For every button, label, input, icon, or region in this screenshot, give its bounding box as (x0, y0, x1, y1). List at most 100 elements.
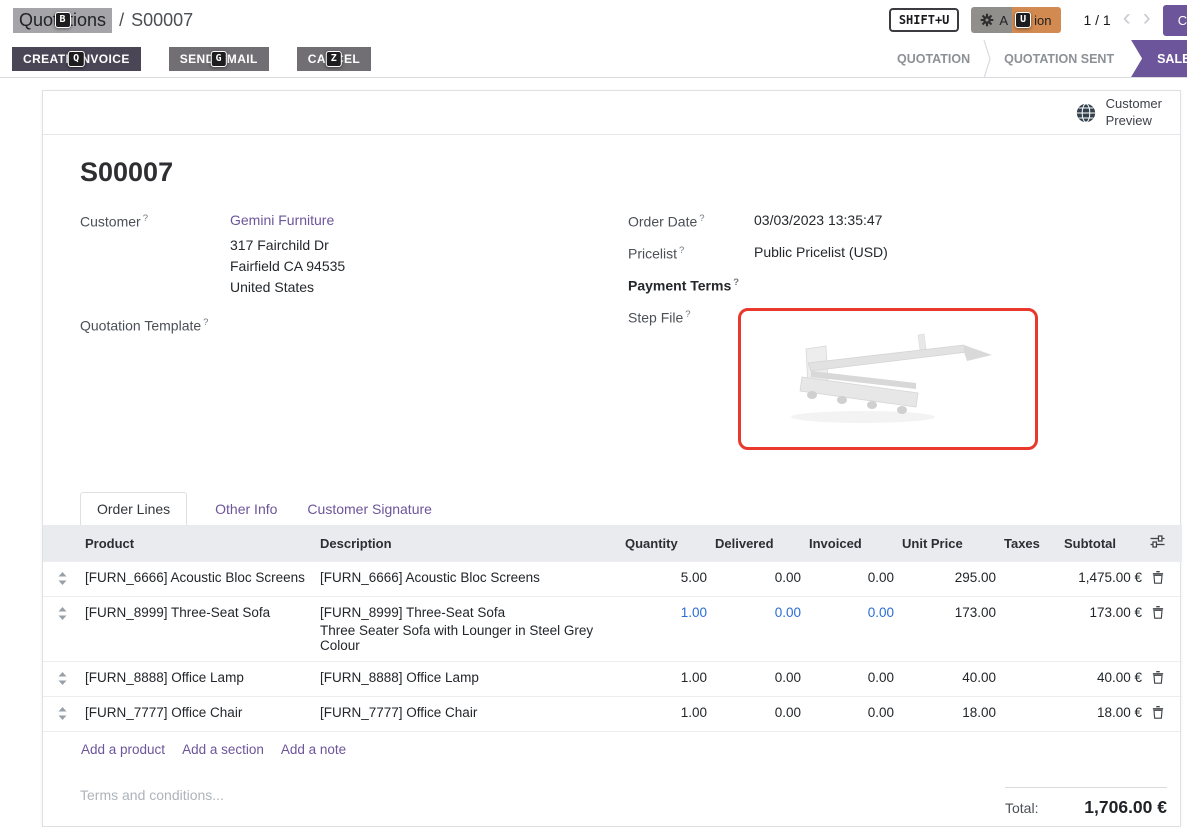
col-subtotal[interactable]: Subtotal (1060, 525, 1146, 562)
drag-handle-icon[interactable] (58, 670, 67, 688)
tab-other-info[interactable]: Other Info (213, 493, 279, 525)
drag-handle-icon[interactable] (58, 605, 67, 623)
statusbar: QUOTATION QUOTATION SENT SALES ORDER (884, 40, 1187, 77)
status-sales-order[interactable]: SALES ORDER (1131, 40, 1187, 77)
terms-placeholder[interactable]: Terms and conditions... (80, 787, 224, 803)
hint-badge-z: Z (326, 51, 342, 67)
create-button[interactable]: Ci (1163, 5, 1187, 36)
breadcrumb-current: S00007 (131, 10, 193, 31)
line-product[interactable]: [FURN_8999] Three-Seat Sofa (81, 597, 316, 662)
col-quantity[interactable]: Quantity (621, 525, 711, 562)
tab-customer-signature[interactable]: Customer Signature (305, 493, 434, 525)
line-product[interactable]: [FURN_8888] Office Lamp (81, 662, 316, 697)
action-buttons: CREATE INVOICE Q SEND EMAIL G CANCEL Z (12, 47, 371, 71)
add-note-link[interactable]: Add a note (281, 742, 346, 757)
order-line-row[interactable]: [FURN_8888] Office Lamp [FURN_8888] Offi… (43, 662, 1182, 697)
line-description[interactable]: [FURN_8999] Three-Seat Sofa Three Seater… (316, 597, 621, 662)
line-subtotal: 40.00 € (1060, 662, 1146, 697)
line-actions: Add a product Add a section Add a note (43, 731, 1180, 767)
line-description[interactable]: [FURN_8888] Office Lamp (316, 662, 621, 697)
line-delivered[interactable]: 0.00 (711, 562, 805, 597)
line-quantity[interactable]: 5.00 (621, 562, 711, 597)
sheet-header-strip: Customer Preview (43, 91, 1180, 135)
delete-line-icon[interactable] (1152, 570, 1164, 587)
line-taxes[interactable] (1000, 597, 1060, 662)
order-line-row[interactable]: [FURN_6666] Acoustic Bloc Screens [FURN_… (43, 562, 1182, 597)
tab-order-lines[interactable]: Order Lines (80, 492, 187, 525)
order-line-row[interactable]: [FURN_7777] Office Chair [FURN_7777] Off… (43, 697, 1182, 732)
help-marker: ? (685, 309, 690, 320)
hint-badge-q: Q (68, 51, 84, 67)
hint-badge-u: U (1015, 12, 1031, 28)
step-file-preview[interactable] (738, 308, 1038, 450)
col-product[interactable]: Product (81, 525, 316, 562)
action-menu-button[interactable]: A U ion (971, 7, 1061, 33)
line-taxes[interactable] (1000, 697, 1060, 732)
action-button-right: U ion (1012, 7, 1061, 33)
line-quantity[interactable]: 1.00 (621, 597, 711, 662)
line-delivered[interactable]: 0.00 (711, 662, 805, 697)
drag-handle-icon[interactable] (58, 705, 67, 723)
status-quotation-sent[interactable]: QUOTATION SENT (991, 40, 1127, 77)
order-lines-table: Product Description Quantity Delivered I… (43, 525, 1182, 731)
total-label: Total: (1005, 800, 1038, 816)
line-unit-price[interactable]: 173.00 (898, 597, 1000, 662)
status-quotation[interactable]: QUOTATION (884, 40, 983, 77)
cancel-button[interactable]: CANCEL Z (297, 47, 371, 71)
line-subtotal: 1,475.00 € (1060, 562, 1146, 597)
line-taxes[interactable] (1000, 562, 1060, 597)
line-product[interactable]: [FURN_7777] Office Chair (81, 697, 316, 732)
line-description[interactable]: [FURN_7777] Office Chair (316, 697, 621, 732)
delete-line-icon[interactable] (1152, 605, 1164, 622)
line-taxes[interactable] (1000, 662, 1060, 697)
col-taxes[interactable]: Taxes (1000, 525, 1060, 562)
send-email-button[interactable]: SEND EMAIL G (169, 47, 269, 71)
col-description[interactable]: Description (316, 525, 621, 562)
pager-previous-icon[interactable]: ‹ (1123, 6, 1131, 30)
sheet-footer: Terms and conditions... Total: 1,706.00 … (43, 767, 1180, 818)
line-invoiced[interactable]: 0.00 (805, 662, 898, 697)
line-product[interactable]: [FURN_6666] Acoustic Bloc Screens (81, 562, 316, 597)
line-quantity[interactable]: 1.00 (621, 697, 711, 732)
line-delivered[interactable]: 0.00 (711, 597, 805, 662)
table-header-row: Product Description Quantity Delivered I… (43, 525, 1182, 562)
customer-preview-button[interactable]: Customer Preview (1075, 96, 1162, 129)
line-subtotal: 173.00 € (1060, 597, 1146, 662)
step-file-label: Step File? (628, 308, 738, 450)
order-date-value[interactable]: 03/03/2023 13:35:47 (754, 212, 882, 232)
hint-badge-b: B (55, 12, 71, 28)
line-unit-price[interactable]: 295.00 (898, 562, 1000, 597)
customer-value-link[interactable]: Gemini Furniture (230, 212, 334, 228)
control-panel: CREATE INVOICE Q SEND EMAIL G CANCEL Z Q… (0, 40, 1187, 78)
delete-line-icon[interactable] (1152, 705, 1164, 722)
pager-next-icon[interactable]: › (1143, 6, 1151, 30)
order-line-row[interactable]: [FURN_8999] Three-Seat Sofa [FURN_8999] … (43, 597, 1182, 662)
line-invoiced[interactable]: 0.00 (805, 562, 898, 597)
col-invoiced[interactable]: Invoiced (805, 525, 898, 562)
total-value: 1,706.00 € (1084, 797, 1167, 818)
line-invoiced[interactable]: 0.00 (805, 697, 898, 732)
help-marker: ? (203, 317, 208, 328)
line-unit-price[interactable]: 18.00 (898, 697, 1000, 732)
line-unit-price[interactable]: 40.00 (898, 662, 1000, 697)
line-subtotal: 18.00 € (1060, 697, 1146, 732)
line-description[interactable]: [FURN_6666] Acoustic Bloc Screens (316, 562, 621, 597)
create-invoice-button[interactable]: CREATE INVOICE Q (12, 47, 141, 71)
line-quantity[interactable]: 1.00 (621, 662, 711, 697)
keyboard-shortcut-badge: SHIFT+U (889, 8, 960, 32)
delete-line-icon[interactable] (1152, 670, 1164, 687)
payment-terms-label: Payment Terms? (628, 276, 754, 296)
total-block: Total: 1,706.00 € (1005, 787, 1167, 818)
col-unit-price[interactable]: Unit Price (898, 525, 1000, 562)
line-delivered[interactable]: 0.00 (711, 697, 805, 732)
breadcrumb-quotations-link[interactable]: Quotations B (13, 8, 112, 33)
breadcrumb: Quotations B / S00007 (13, 8, 193, 33)
help-marker: ? (733, 277, 739, 288)
line-invoiced[interactable]: 0.00 (805, 597, 898, 662)
col-delivered[interactable]: Delivered (711, 525, 805, 562)
optional-columns-icon[interactable] (1150, 535, 1165, 551)
drag-handle-icon[interactable] (58, 570, 67, 588)
add-section-link[interactable]: Add a section (182, 742, 264, 757)
pricelist-value[interactable]: Public Pricelist (USD) (754, 244, 888, 264)
add-product-link[interactable]: Add a product (81, 742, 165, 757)
